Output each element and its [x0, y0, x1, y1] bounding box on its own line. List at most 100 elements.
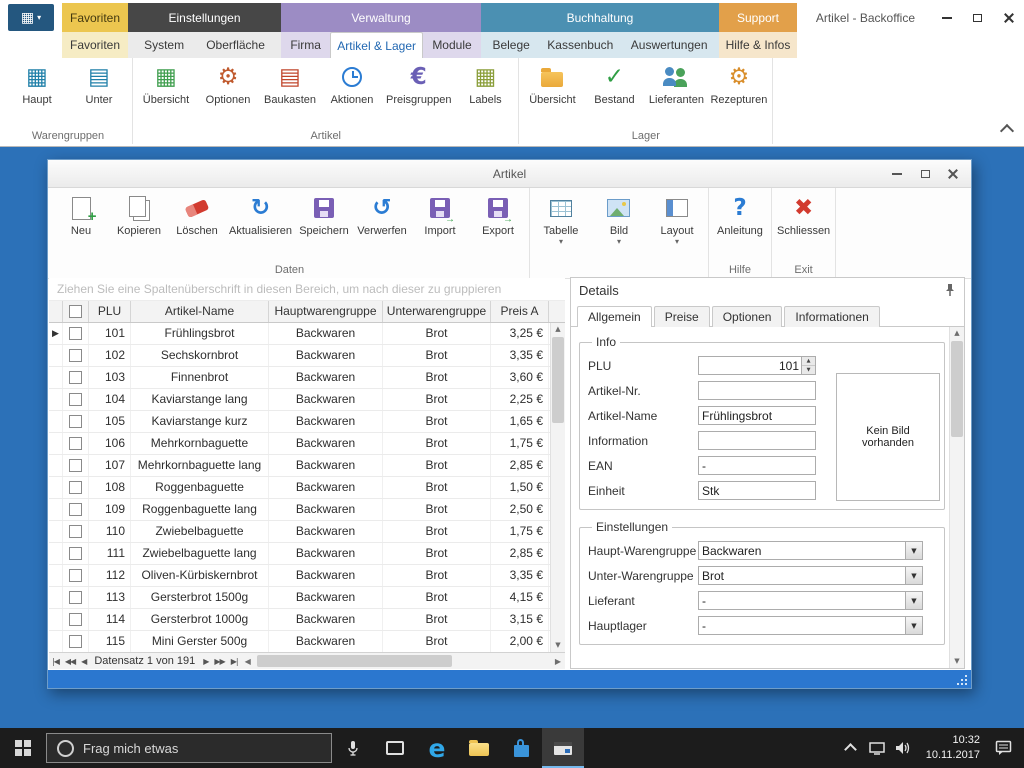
toolbar-item-verwerfen[interactable]: ↺Verwerfen: [353, 188, 411, 262]
grid-header-hauptwarengruppe[interactable]: Hauptwarengruppe: [269, 301, 383, 322]
checkbox[interactable]: [69, 415, 82, 428]
ribbon-item-unter[interactable]: ▤Unter: [68, 58, 130, 128]
backoffice-app-button[interactable]: [542, 728, 584, 768]
artikel-window-titlebar[interactable]: Artikel: [48, 160, 971, 188]
scrollbar-thumb[interactable]: [951, 341, 963, 437]
store-button[interactable]: [500, 728, 542, 768]
details-tab-optionen[interactable]: Optionen: [712, 306, 783, 327]
toolbar-item-import[interactable]: →Import: [411, 188, 469, 262]
network-button[interactable]: [864, 742, 890, 755]
toolbar-item-speichern[interactable]: Speichern: [295, 188, 353, 262]
table-row[interactable]: 114Gersterbrot 1000gBackwarenBrot3,15 €: [49, 609, 550, 631]
checkbox[interactable]: [69, 327, 82, 340]
table-row[interactable]: 103FinnenbrotBackwarenBrot3,60 €: [49, 367, 550, 389]
tab-kassenbuch[interactable]: Kassenbuch: [541, 32, 619, 58]
tab-module[interactable]: Module: [426, 32, 477, 58]
table-row[interactable]: ▶101FrühlingsbrotBackwarenBrot3,25 €: [49, 323, 550, 345]
dropdown-arrow-icon[interactable]: ▼: [905, 592, 922, 609]
tab-hilfe-infos[interactable]: Hilfe & Infos: [720, 32, 797, 58]
checkbox[interactable]: [69, 635, 82, 648]
maximize-button[interactable]: [911, 160, 939, 187]
unter-warengruppe-select[interactable]: Brot▼: [698, 566, 923, 585]
table-row[interactable]: 106MehrkornbaguetteBackwarenBrot1,75 €: [49, 433, 550, 455]
lieferant-select[interactable]: -▼: [698, 591, 923, 610]
close-button[interactable]: [993, 3, 1024, 32]
details-tab-informationen[interactable]: Informationen: [784, 306, 879, 327]
table-row[interactable]: 115Mini Gerster 500gBackwarenBrot2,00 €: [49, 631, 550, 652]
dropdown-arrow-icon[interactable]: ▼: [905, 617, 922, 634]
ribbon-item-bersicht[interactable]: ▦Übersicht: [135, 58, 197, 128]
tab-belege[interactable]: Belege: [486, 32, 535, 58]
tab-favoriten[interactable]: Favoriten: [64, 32, 126, 58]
taskbar-clock[interactable]: 10:32 10.11.2017: [926, 733, 980, 763]
table-row[interactable]: 111Zwiebelbaguette langBackwarenBrot2,85…: [49, 543, 550, 565]
checkbox[interactable]: [69, 591, 82, 604]
ribbon-item-bersicht[interactable]: Übersicht: [521, 58, 583, 128]
action-center-button[interactable]: [990, 740, 1016, 756]
ribbon-category-verwaltung[interactable]: Verwaltung: [281, 3, 481, 32]
toolbar-item-layout[interactable]: Layout▾: [648, 188, 706, 262]
plu-input[interactable]: 101▲▼: [698, 356, 816, 375]
toolbar-item-tabelle[interactable]: Tabelle▾: [532, 188, 590, 262]
ribbon-item-aktionen[interactable]: Aktionen: [321, 58, 383, 128]
tab-system[interactable]: System: [138, 32, 190, 58]
checkbox[interactable]: [69, 481, 82, 494]
resize-grip-icon[interactable]: [955, 673, 967, 685]
toolbar-item-anleitung[interactable]: ?Anleitung: [711, 188, 769, 262]
minimize-button[interactable]: [931, 3, 962, 32]
checkbox[interactable]: [69, 437, 82, 450]
checkbox[interactable]: [69, 525, 82, 538]
start-button[interactable]: [0, 728, 46, 768]
table-row[interactable]: 112Oliven-KürbiskernbrotBackwarenBrot3,3…: [49, 565, 550, 587]
checkbox[interactable]: [69, 547, 82, 560]
ribbon-category-einstellungen[interactable]: Einstellungen: [128, 3, 281, 32]
toolbar-item-kopieren[interactable]: Kopieren: [110, 188, 168, 262]
ribbon-item-lieferanten[interactable]: Lieferanten: [645, 58, 707, 128]
scrollbar-thumb[interactable]: [257, 655, 452, 667]
details-scrollbar[interactable]: ▲ ▼: [949, 327, 964, 668]
minimize-button[interactable]: [883, 160, 911, 187]
information-input[interactable]: [698, 431, 816, 450]
nav-prev-page-button[interactable]: ◀◀: [62, 657, 78, 666]
checkbox[interactable]: [69, 371, 82, 384]
volume-button[interactable]: [890, 741, 916, 755]
edge-button[interactable]: e: [416, 728, 458, 768]
scroll-left-icon[interactable]: ◀: [245, 654, 251, 669]
spinner-buttons[interactable]: ▲▼: [801, 357, 815, 374]
nav-first-button[interactable]: |◀: [49, 657, 62, 666]
scroll-down-icon[interactable]: ▼: [950, 655, 964, 668]
ribbon-item-labels[interactable]: ▦Labels: [454, 58, 516, 128]
toolbar-item-l-schen[interactable]: Löschen: [168, 188, 226, 262]
details-tab-preise[interactable]: Preise: [654, 306, 710, 327]
artikel-name-input[interactable]: Frühlingsbrot: [698, 406, 816, 425]
tab-auswertungen[interactable]: Auswertungen: [625, 32, 714, 58]
ribbon-item-rezepturen[interactable]: ⚙Rezepturen: [707, 58, 770, 128]
ribbon-item-optionen[interactable]: ⚙Optionen: [197, 58, 259, 128]
nav-next-page-button[interactable]: ▶▶: [211, 657, 227, 666]
scroll-up-icon[interactable]: ▲: [551, 323, 565, 336]
einheit-input[interactable]: Stk: [698, 481, 816, 500]
scroll-right-icon[interactable]: ▶: [555, 654, 561, 669]
ribbon-item-preisgruppen[interactable]: €Preisgruppen: [383, 58, 454, 128]
toolbar-item-bild[interactable]: Bild▾: [590, 188, 648, 262]
table-row[interactable]: 102SechskornbrotBackwarenBrot3,35 €: [49, 345, 550, 367]
checkbox[interactable]: [69, 459, 82, 472]
checkbox[interactable]: [69, 393, 82, 406]
grid-vertical-scrollbar[interactable]: ▲ ▼: [550, 323, 565, 652]
toolbar-item-neu[interactable]: Neu: [52, 188, 110, 262]
grid-header-select-all[interactable]: [63, 301, 89, 322]
nav-prev-button[interactable]: ◀: [78, 657, 89, 666]
task-view-button[interactable]: [374, 728, 416, 768]
haupt-warengruppe-select[interactable]: Backwaren▼: [698, 541, 923, 560]
file-explorer-button[interactable]: [458, 728, 500, 768]
search-input[interactable]: Frag mich etwas: [46, 733, 332, 763]
ribbon-item-baukasten[interactable]: ▤Baukasten: [259, 58, 321, 128]
table-row[interactable]: 107Mehrkornbaguette langBackwarenBrot2,8…: [49, 455, 550, 477]
ean-input[interactable]: -: [698, 456, 816, 475]
scrollbar-thumb[interactable]: [552, 337, 564, 423]
table-row[interactable]: 109Roggenbaguette langBackwarenBrot2,50 …: [49, 499, 550, 521]
microphone-button[interactable]: [332, 728, 374, 768]
checkbox[interactable]: [69, 503, 82, 516]
close-button[interactable]: [939, 160, 967, 187]
grid-header-unterwarengruppe[interactable]: Unterwarengruppe: [383, 301, 491, 322]
